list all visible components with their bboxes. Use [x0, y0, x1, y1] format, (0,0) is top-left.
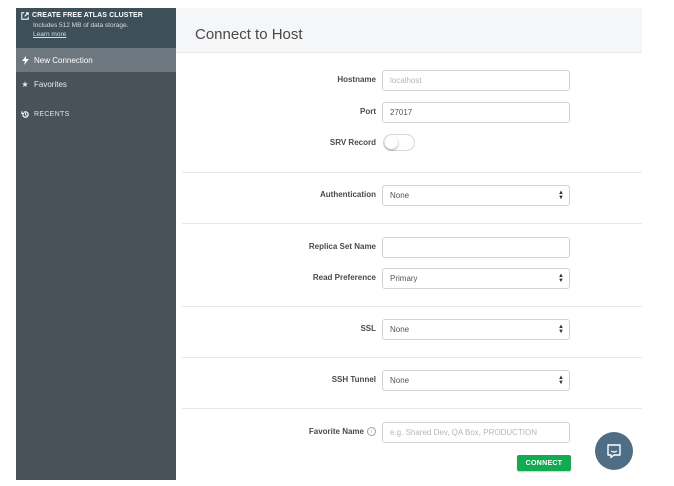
authentication-value: None [390, 191, 410, 200]
chat-button[interactable] [595, 432, 633, 470]
replica-set-input[interactable] [382, 237, 570, 258]
ssh-tunnel-value: None [390, 376, 410, 385]
lightning-icon [20, 55, 30, 65]
authentication-row: Authentication None ▲ ▼ [182, 185, 642, 207]
ssl-value: None [390, 325, 410, 334]
info-icon[interactable]: i [367, 427, 376, 436]
divider [182, 172, 642, 173]
atlas-title: CREATE FREE ATLAS CLUSTER [32, 12, 143, 19]
header: Connect to Host [176, 8, 642, 53]
ssh-tunnel-label: SSH Tunnel [331, 375, 376, 384]
replica-set-row: Replica Set Name [182, 237, 642, 259]
hostname-input[interactable]: localhost [382, 70, 570, 91]
divider [182, 408, 642, 409]
favorite-name-input[interactable]: e.g. Shared Dev, QA Box, PRODUCTION [382, 422, 570, 443]
ssl-label: SSL [360, 324, 376, 333]
sidebar: CREATE FREE ATLAS CLUSTER Includes 512 M… [16, 8, 176, 480]
read-preference-select[interactable]: Primary ▲ ▼ [382, 268, 570, 289]
sidebar-item-new-connection[interactable]: New Connection [16, 48, 176, 72]
sidebar-item-label: New Connection [34, 55, 93, 65]
learn-more-link[interactable]: Learn more [21, 30, 176, 39]
connect-button[interactable]: CONNECT [517, 455, 571, 471]
replica-set-label: Replica Set Name [308, 242, 376, 251]
star-icon: ★ [21, 79, 29, 89]
recents-label: RECENTS [34, 110, 70, 118]
srv-record-label: SRV Record [329, 138, 376, 147]
atlas-subtitle: Includes 512 MB of data storage. [33, 22, 129, 29]
toggle-knob [385, 136, 398, 149]
read-preference-row: Read Preference Primary ▲ ▼ [182, 268, 642, 290]
favorite-name-row: Favorite Name i e.g. Shared Dev, QA Box,… [182, 422, 642, 444]
authentication-label: Authentication [320, 190, 376, 199]
favorite-name-label-wrap: Favorite Name i [309, 427, 376, 436]
sidebar-recents[interactable]: RECENTS [16, 102, 176, 126]
port-input[interactable]: 27017 [382, 102, 570, 123]
port-row: Port 27017 [182, 102, 642, 124]
chat-icon [607, 444, 621, 459]
hostname-label: Hostname [337, 75, 376, 84]
divider [182, 306, 642, 307]
sidebar-item-label: Favorites [34, 79, 67, 89]
select-arrows-icon: ▲ ▼ [558, 190, 564, 201]
read-preference-label: Read Preference [312, 273, 376, 282]
ssh-tunnel-select[interactable]: None ▲ ▼ [382, 370, 570, 391]
select-arrows-icon: ▲ ▼ [558, 324, 564, 335]
history-icon [20, 110, 30, 119]
atlas-banner[interactable]: CREATE FREE ATLAS CLUSTER Includes 512 M… [16, 8, 176, 48]
divider [182, 357, 642, 358]
authentication-select[interactable]: None ▲ ▼ [382, 185, 570, 206]
sidebar-item-favorites[interactable]: ★ Favorites [16, 72, 176, 96]
select-arrows-icon: ▲ ▼ [558, 375, 564, 386]
port-label: Port [360, 107, 376, 116]
page-title: Connect to Host [195, 26, 303, 43]
srv-row: SRV Record [182, 133, 642, 155]
external-link-icon [21, 12, 29, 20]
ssh-tunnel-row: SSH Tunnel None ▲ ▼ [182, 370, 642, 392]
favorite-name-label: Favorite Name [308, 427, 364, 436]
divider [182, 223, 642, 224]
read-preference-value: Primary [390, 274, 418, 283]
ssl-row: SSL None ▲ ▼ [182, 319, 642, 341]
ssl-select[interactable]: None ▲ ▼ [382, 319, 570, 340]
select-arrows-icon: ▲ ▼ [558, 273, 564, 284]
hostname-row: Hostname localhost [182, 70, 642, 92]
srv-record-toggle[interactable] [383, 134, 415, 151]
